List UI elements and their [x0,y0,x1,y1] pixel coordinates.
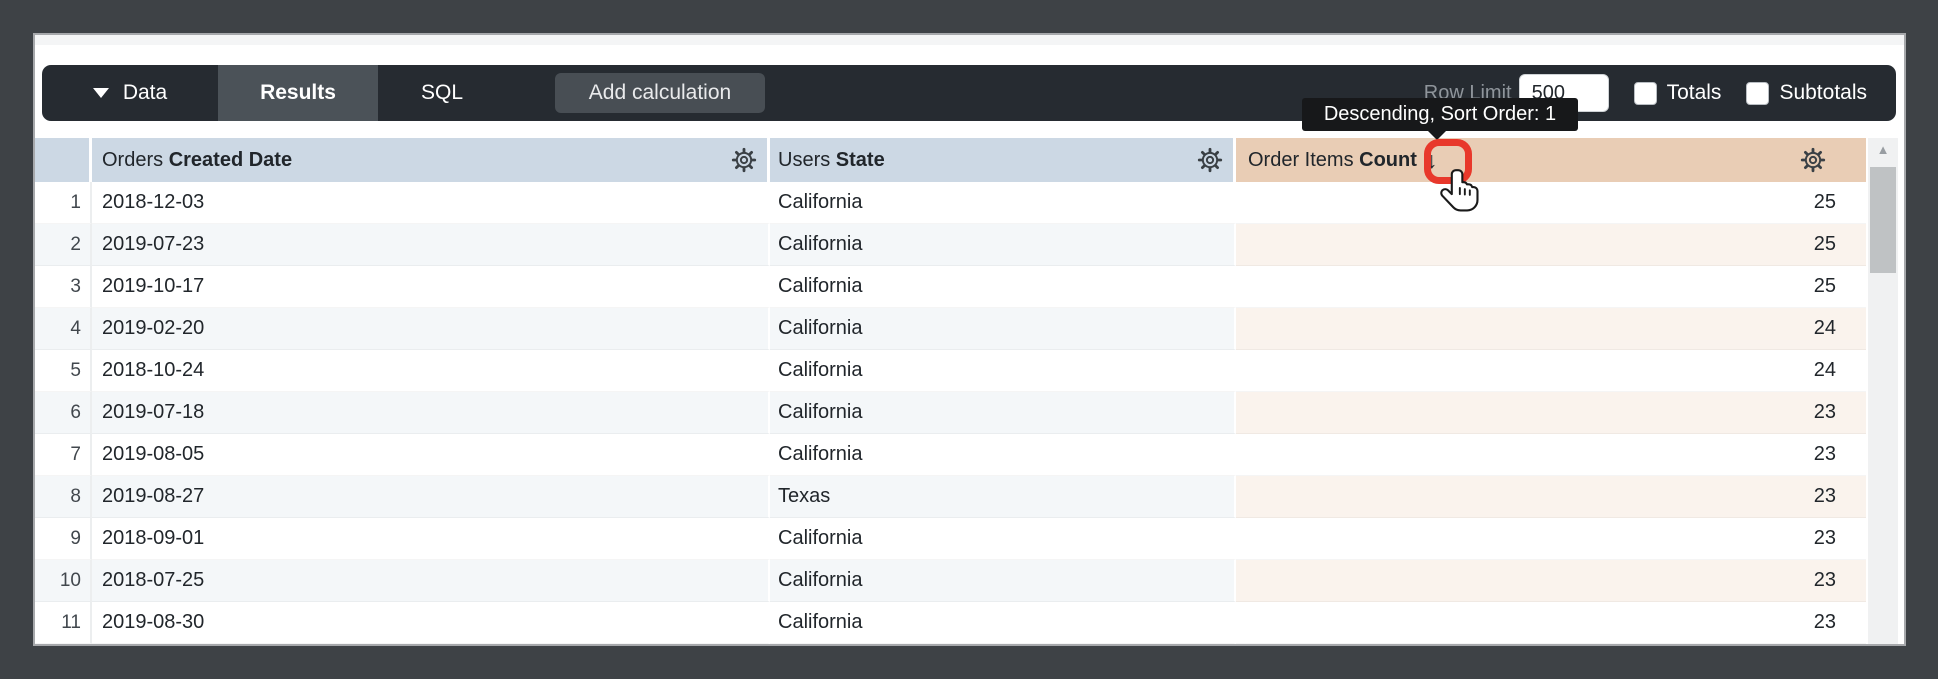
date-cell[interactable]: 2018-10-24 [92,350,770,392]
sort-tooltip-text: Descending, Sort Order: 1 [1324,103,1556,126]
scrollbar-thumb[interactable] [1870,167,1896,273]
state-cell[interactable]: California [770,266,1236,308]
date-cell[interactable]: 2019-07-23 [92,224,770,266]
tab-results-label: Results [260,81,336,105]
table-row: 52018-10-24California24 [35,350,1866,392]
row-number-cell: 1 [35,182,92,224]
table-body: 12018-12-03California2522019-07-23Califo… [35,182,1866,644]
state-cell[interactable]: California [770,308,1236,350]
column-header-users-state[interactable]: Users State [770,138,1236,182]
row-number-header [35,138,92,182]
tab-data-label: Data [123,81,167,105]
gear-icon[interactable] [731,147,757,173]
totals-label: Totals [1667,81,1722,105]
count-cell[interactable]: 24 [1236,350,1866,392]
tab-sql-label: SQL [421,81,463,105]
column-view-label: Orders [102,149,169,172]
column-field-label: Count [1359,149,1417,172]
sort-tooltip: Descending, Sort Order: 1 [1302,98,1578,131]
date-cell[interactable]: 2019-02-20 [92,308,770,350]
column-field-label: Created Date [169,149,292,172]
table-row: 102018-07-25California23 [35,560,1866,602]
subtotals-group: Subtotals [1746,81,1867,105]
column-view-label: Users [778,149,836,172]
state-cell[interactable]: Texas [770,476,1236,518]
date-cell[interactable]: 2018-07-25 [92,560,770,602]
date-cell[interactable]: 2019-07-18 [92,392,770,434]
table-row: 12018-12-03California25 [35,182,1866,224]
date-cell[interactable]: 2018-09-01 [92,518,770,560]
row-number-cell: 3 [35,266,92,308]
vertical-scrollbar[interactable]: ▲ [1868,138,1898,644]
state-cell[interactable]: California [770,434,1236,476]
table-row: 112019-08-30California23 [35,602,1866,644]
table-row: 82019-08-27Texas23 [35,476,1866,518]
hand-cursor-icon [1438,167,1484,217]
date-cell[interactable]: 2019-10-17 [92,266,770,308]
row-number-cell: 5 [35,350,92,392]
row-number-cell: 6 [35,392,92,434]
table-row: 72019-08-05California23 [35,434,1866,476]
count-cell[interactable]: 25 [1236,224,1866,266]
column-header-order-items-count[interactable]: Order Items Count ↓ [1236,138,1866,182]
gear-icon[interactable] [1800,147,1826,173]
gear-icon[interactable] [1197,147,1223,173]
row-number-cell: 2 [35,224,92,266]
state-cell[interactable]: California [770,182,1236,224]
column-header-orders-created-date[interactable]: Orders Created Date [92,138,770,182]
totals-checkbox[interactable] [1634,82,1657,105]
date-cell[interactable]: 2019-08-27 [92,476,770,518]
date-cell[interactable]: 2018-12-03 [92,182,770,224]
date-cell[interactable]: 2019-08-30 [92,602,770,644]
state-cell[interactable]: California [770,560,1236,602]
column-field-label: State [836,149,885,172]
count-cell[interactable]: 23 [1236,476,1866,518]
state-cell[interactable]: California [770,518,1236,560]
state-cell[interactable]: California [770,224,1236,266]
column-view-label: Order Items [1248,149,1359,172]
results-table: Orders Created Date [35,138,1866,644]
totals-group: Totals [1634,81,1722,105]
count-cell[interactable]: 24 [1236,308,1866,350]
table-row: 62019-07-18California23 [35,392,1866,434]
row-number-cell: 8 [35,476,92,518]
results-panel: Data Results SQL Add calculation Row Lim… [33,33,1906,646]
subtotals-checkbox[interactable] [1746,82,1769,105]
add-calculation-button[interactable]: Add calculation [555,73,765,113]
panel-top-strip [35,35,1904,45]
table-header-row: Orders Created Date [35,138,1866,182]
table-row: 42019-02-20California24 [35,308,1866,350]
table-row: 22019-07-23California25 [35,224,1866,266]
tab-data[interactable]: Data [42,65,218,121]
tab-sql[interactable]: SQL [378,65,506,121]
subtotals-label: Subtotals [1779,81,1867,105]
state-cell[interactable]: California [770,350,1236,392]
add-calculation-label: Add calculation [589,81,731,105]
chevron-down-icon [93,88,109,98]
row-number-cell: 10 [35,560,92,602]
row-number-cell: 9 [35,518,92,560]
count-cell[interactable]: 23 [1236,392,1866,434]
state-cell[interactable]: California [770,602,1236,644]
count-cell[interactable]: 23 [1236,602,1866,644]
count-cell[interactable]: 23 [1236,518,1866,560]
scroll-up-arrow-icon[interactable]: ▲ [1868,142,1898,157]
count-cell[interactable]: 23 [1236,560,1866,602]
count-cell[interactable]: 23 [1236,434,1866,476]
count-cell[interactable]: 25 [1236,182,1866,224]
explore-toolbar: Data Results SQL Add calculation Row Lim… [42,65,1896,121]
row-number-cell: 7 [35,434,92,476]
tab-results[interactable]: Results [218,65,378,121]
table-row: 32019-10-17California25 [35,266,1866,308]
row-number-cell: 11 [35,602,92,644]
table-row: 92018-09-01California23 [35,518,1866,560]
count-cell[interactable]: 25 [1236,266,1866,308]
screen: { "toolbar": { "data_tab": "Data", "resu… [0,0,1938,679]
state-cell[interactable]: California [770,392,1236,434]
date-cell[interactable]: 2019-08-05 [92,434,770,476]
row-number-cell: 4 [35,308,92,350]
